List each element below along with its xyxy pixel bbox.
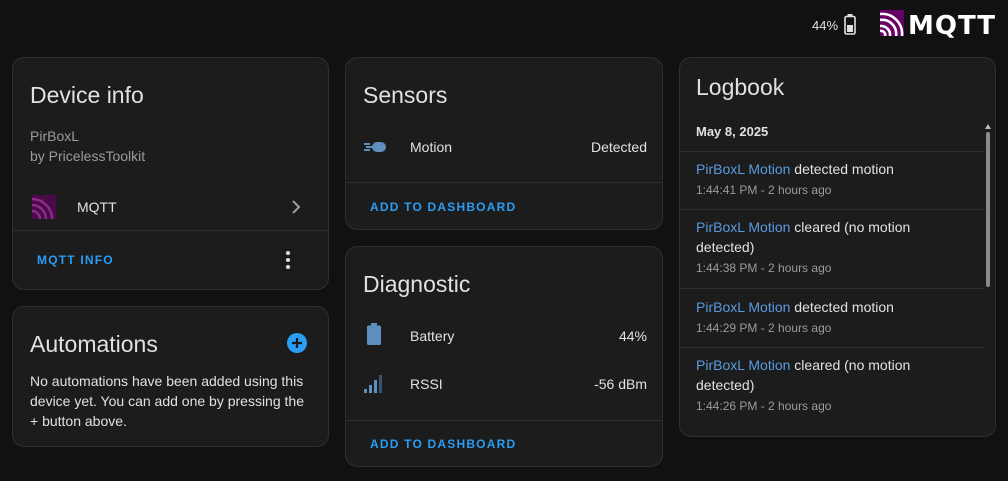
automations-title: Automations: [30, 331, 158, 357]
divider: [680, 288, 985, 289]
log-entity-link[interactable]: PirBoxL Motion: [696, 357, 790, 373]
log-entry: PirBoxL Motion cleared (no motion detect…: [696, 355, 966, 416]
log-message: detected motion: [790, 299, 894, 315]
divider: [680, 209, 985, 210]
logbook-date: May 8, 2025: [696, 124, 769, 139]
diagnostic-row-rssi[interactable]: RSSI -56 dBm: [346, 363, 662, 403]
diagnostic-title: Diagnostic: [363, 271, 471, 297]
mqtt-integration-label: MQTT: [77, 199, 117, 215]
more-vertical-icon[interactable]: [282, 250, 294, 275]
diagnostic-state: 44%: [618, 328, 647, 344]
device-manufacturer: by PricelessToolkit: [30, 148, 146, 164]
add-to-dashboard-button[interactable]: ADD TO DASHBOARD: [370, 200, 516, 214]
log-entity-link[interactable]: PirBoxL Motion: [696, 161, 790, 177]
automations-card: Automations No automations have been add…: [12, 306, 329, 447]
log-time: 1:44:41 PM - 2 hours ago: [696, 183, 832, 197]
log-entry: PirBoxL Motion detected motion 1:44:41 P…: [696, 159, 966, 200]
sensors-title: Sensors: [363, 82, 448, 108]
divider: [346, 182, 662, 183]
sensor-row-motion[interactable]: Motion Detected: [346, 128, 662, 168]
device-info-title: Device info: [30, 82, 144, 108]
diagnostic-name: Battery: [410, 328, 455, 344]
log-time: 1:44:38 PM - 2 hours ago: [696, 261, 832, 275]
battery-icon: [367, 323, 381, 350]
log-message: detected motion: [790, 161, 894, 177]
logbook-title: Logbook: [696, 74, 785, 100]
log-entity-link[interactable]: PirBoxL Motion: [696, 219, 790, 235]
log-entry: PirBoxL Motion cleared (no motion detect…: [696, 217, 966, 278]
add-automation-button[interactable]: [287, 333, 307, 358]
diagnostic-row-battery[interactable]: Battery 44%: [346, 315, 662, 355]
mqtt-logo: MQTT: [879, 10, 997, 41]
motion-sensor-icon: [364, 140, 386, 159]
diagnostic-state: -56 dBm: [594, 376, 647, 392]
log-time: 1:44:29 PM - 2 hours ago: [696, 321, 832, 335]
sensors-card: Sensors Motion Detected ADD TO DASHBOARD: [345, 57, 663, 230]
diagnostic-card: Diagnostic Battery 44% RSSI -56 dBm ADD …: [345, 246, 663, 467]
divider: [680, 151, 985, 152]
log-entity-link[interactable]: PirBoxL Motion: [696, 299, 790, 315]
divider: [346, 420, 662, 421]
mqtt-integration-row[interactable]: MQTT: [13, 186, 328, 230]
device-info-card: Device info PirBoxL by PricelessToolkit …: [12, 57, 329, 290]
device-model: PirBoxL: [30, 128, 80, 144]
divider: [680, 347, 985, 348]
mqtt-waves-icon: [31, 195, 56, 224]
divider: [13, 230, 328, 231]
automations-message: No automations have been added using thi…: [30, 373, 304, 429]
mqtt-logo-text: MQTT: [908, 10, 997, 41]
top-bar: 44% MQTT: [0, 0, 1008, 50]
battery-icon: [844, 14, 856, 40]
diagnostic-name: RSSI: [410, 376, 443, 392]
logbook-card: Logbook May 8, 2025 PirBoxL Motion detec…: [679, 57, 996, 437]
mqtt-info-button[interactable]: MQTT INFO: [37, 253, 114, 267]
sensor-state: Detected: [590, 139, 647, 155]
log-entry: PirBoxL Motion detected motion 1:44:29 P…: [696, 297, 966, 338]
signal-icon: [364, 375, 384, 398]
mqtt-waves-icon: [879, 10, 904, 41]
battery-percent: 44%: [812, 18, 839, 33]
plus-icon: [287, 333, 307, 353]
logbook-scrollbar[interactable]: [985, 124, 991, 287]
chevron-right-icon: [290, 199, 302, 220]
scrollbar-thumb[interactable]: [986, 132, 990, 287]
add-to-dashboard-button[interactable]: ADD TO DASHBOARD: [370, 437, 516, 451]
sensor-name: Motion: [410, 139, 453, 155]
log-time: 1:44:26 PM - 2 hours ago: [696, 399, 832, 413]
